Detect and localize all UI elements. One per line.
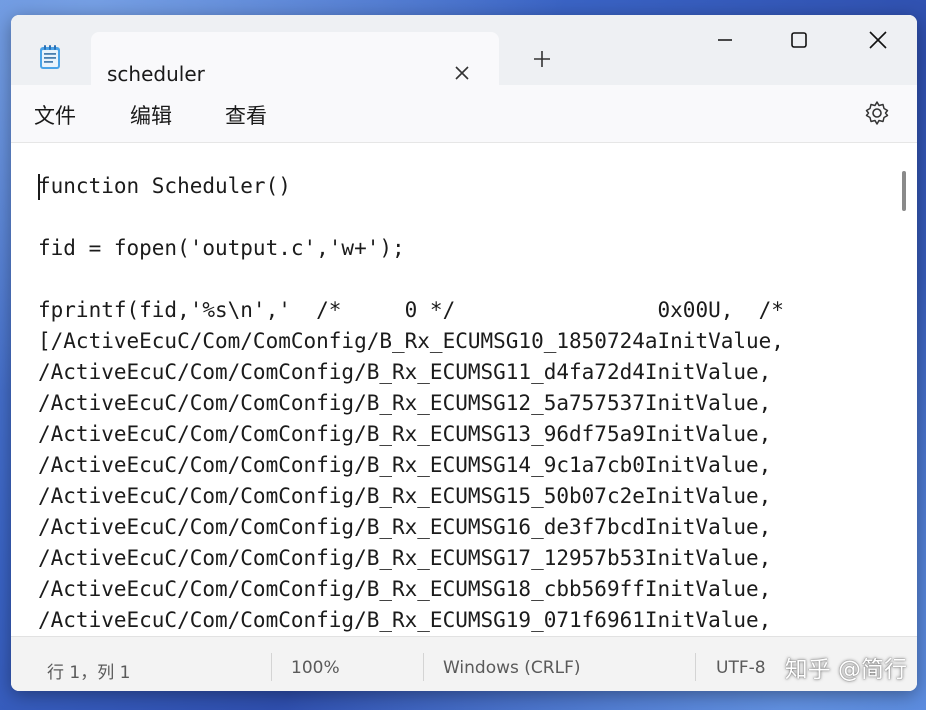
close-icon[interactable]	[451, 62, 473, 84]
minimize-icon[interactable]	[710, 25, 740, 55]
gear-icon[interactable]	[863, 99, 891, 127]
code-line: [/ActiveEcuC/Com/ComConfig/B_Rx_ECUMSG10…	[38, 329, 784, 353]
text-editor[interactable]: function Scheduler() fid = fopen('output…	[11, 142, 917, 637]
menu-edit[interactable]: 编辑	[126, 98, 176, 132]
vertical-scrollbar[interactable]	[902, 171, 906, 211]
code-line: /ActiveEcuC/Com/ComConfig/B_Rx_ECUMSG12_…	[38, 391, 772, 415]
watermark-text: 知乎 @简行	[784, 657, 907, 683]
divider	[423, 653, 424, 681]
zoom-level[interactable]: 100%	[291, 658, 340, 678]
plus-icon[interactable]	[531, 48, 553, 70]
status-bar: 行 1，列 1 100% Windows (CRLF) UTF-8 知乎 @简行	[11, 636, 917, 691]
code-line: /ActiveEcuC/Com/ComConfig/B_Rx_ECUMSG13_…	[38, 422, 772, 446]
code-line: fid = fopen('output.c','w+');	[38, 236, 405, 260]
menu-view[interactable]: 查看	[221, 98, 271, 132]
cursor-position: 行 1，列 1	[47, 663, 131, 683]
divider	[271, 653, 272, 681]
notepad-window: scheduler 文件 编辑 查看 function Scheduler() …	[11, 15, 917, 691]
close-window-icon[interactable]	[863, 25, 893, 55]
code-line: /ActiveEcuC/Com/ComConfig/B_Rx_ECUMSG14_…	[38, 453, 772, 477]
notepad-icon	[39, 44, 61, 70]
title-bar[interactable]: scheduler	[11, 15, 917, 89]
code-line: fprintf(fid,'%s\n',' /* 0 */ 0x00U, /*	[38, 298, 784, 322]
editor-content[interactable]: function Scheduler() fid = fopen('output…	[38, 171, 888, 636]
code-line: /ActiveEcuC/Com/ComConfig/B_Rx_ECUMSG19_…	[38, 608, 772, 632]
code-line: /ActiveEcuC/Com/ComConfig/B_Rx_ECUMSG17_…	[38, 546, 772, 570]
menu-file[interactable]: 文件	[30, 98, 80, 132]
tab-title: scheduler	[107, 62, 205, 86]
divider	[695, 653, 696, 681]
tab-scheduler[interactable]: scheduler	[91, 32, 499, 89]
text-cursor	[38, 174, 40, 200]
code-line: /ActiveEcuC/Com/ComConfig/B_Rx_ECUMSG11_…	[38, 360, 772, 384]
menu-bar: 文件 编辑 查看	[11, 85, 917, 142]
maximize-icon[interactable]	[784, 25, 814, 55]
code-line: /ActiveEcuC/Com/ComConfig/B_Rx_ECUMSG15_…	[38, 484, 772, 508]
code-line: /ActiveEcuC/Com/ComConfig/B_Rx_ECUMSG16_…	[38, 515, 772, 539]
code-line: /ActiveEcuC/Com/ComConfig/B_Rx_ECUMSG18_…	[38, 577, 772, 601]
line-ending[interactable]: Windows (CRLF)	[443, 658, 581, 678]
encoding[interactable]: UTF-8	[716, 658, 766, 678]
code-line: function Scheduler()	[38, 174, 291, 198]
